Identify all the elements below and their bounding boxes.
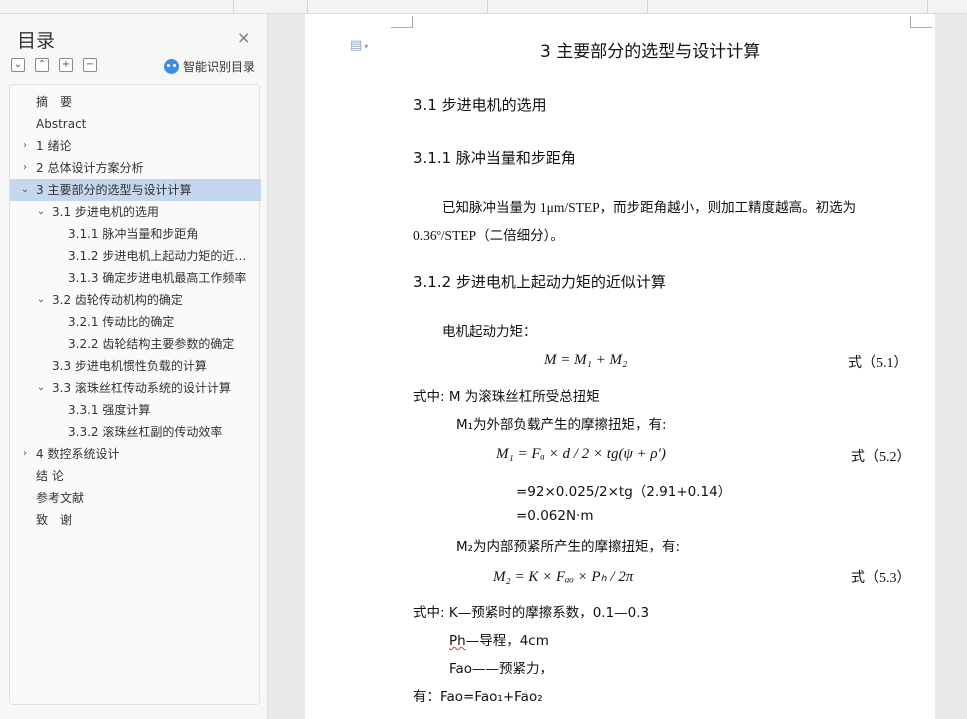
toc-item[interactable]: ⌄ 3.1 步进电机的选用 [10,201,261,223]
chevron-down-icon[interactable]: ⌄ [35,289,47,311]
toc-item-label: 3 主要部分的选型与设计计算 [36,183,192,197]
toc-item[interactable]: ⌄ 3.3 滚珠丝杠传动系统的设计计算 [10,377,261,399]
toc-item[interactable]: 摘 要 [10,91,261,113]
toc-item[interactable]: 3.3 步进电机惯性负载的计算 [10,355,261,377]
toc-item-label: 3.3 步进电机惯性负载的计算 [52,359,207,373]
toc-item[interactable]: › 1 绪论 [10,135,261,157]
toc-item[interactable]: 参考文献 [10,487,261,509]
section-heading: 3.1 步进电机的选用 [413,96,547,114]
paragraph-line: 有：Fao=Fao₁+Fao₂ [413,689,543,705]
document-area[interactable]: ▤ ▾ 3 主要部分的选型与设计计算 3.1 步进电机的选用 3.1.1 脉冲当量… [268,14,967,719]
toolbar-segment [0,0,234,14]
equation: M₂ = K × Fₐₒ × Pₕ / 2π [493,569,634,585]
toc-item-label: 3.3 滚珠丝杠传动系统的设计计算 [52,381,231,395]
subsection-heading: 3.1.1 脉冲当量和步距角 [413,149,576,167]
toc-item-label: 3.3.1 强度计算 [68,403,151,417]
toc-item[interactable]: 3.2.1 传动比的确定 [10,311,261,333]
margin-corner-mark [910,16,932,28]
toc-sidebar: 目录 × ⌄ ⌃ + − 智能识别目录 摘 要 Abstract › 1 绪论 › 2 总… [0,14,268,719]
toc-item-label: 3.1 步进电机的选用 [52,205,159,219]
chevron-right-icon[interactable]: › [19,443,31,465]
toc-item-label: 参考文献 [36,491,85,505]
toc-item-label: 3.1.2 步进电机上起动力矩的近似计算 [68,249,261,263]
toc-item-label: 3.3.2 滚珠丝杠副的传动效率 [68,425,223,439]
toc-item-label: Abstract [36,117,87,131]
paragraph-line: Fao——预紧力， [449,661,554,677]
toolbar-segment [488,0,648,14]
margin-corner-mark [391,16,413,28]
paragraph-line: 已知脉冲当量为 1μm/STEP，而步距角越小，则加工精度越高。初选为 [442,200,857,215]
close-icon[interactable]: × [237,28,250,47]
toc-item-label: 3.2 齿轮传动机构的确定 [52,293,183,307]
add-heading-icon[interactable]: + [59,58,73,72]
toc-item[interactable]: 3.3.1 强度计算 [10,399,261,421]
smart-toc-button[interactable]: 智能识别目录 [164,58,255,75]
toc-item-label: 3.2.2 齿轮结构主要参数的确定 [68,337,235,351]
chevron-right-icon[interactable]: › [19,157,31,179]
document-icon: ▤ [350,38,363,53]
toolbar-segment [234,0,308,14]
toc-item[interactable]: 结 论 [10,465,261,487]
toc-item[interactable]: 3.1.2 步进电机上起动力矩的近似计算 [10,245,261,267]
toc-item[interactable]: 3.3.2 滚珠丝杠副的传动效率 [10,421,261,443]
sidebar-title: 目录 [17,30,56,52]
collapse-all-icon[interactable]: ⌄ [11,58,25,72]
calculation-line: =0.062N·m [516,508,594,524]
toc-item[interactable]: › 2 总体设计方案分析 [10,157,261,179]
paragraph-text: —导程，4cm [465,633,549,649]
chevron-down-icon[interactable]: ⌄ [35,377,47,399]
equation-number: 式（5.3） [851,571,911,586]
toc-item[interactable]: Abstract [10,113,261,135]
toc-toolbar: ⌄ ⌃ + − [11,58,97,72]
paragraph-line: 0.36º/STEP（二倍细分）。 [413,228,564,243]
spellcheck-word[interactable]: Ph [449,633,466,649]
toc-item[interactable]: › 4 数控系统设计 [10,443,261,465]
toc-item-label: 3.1.1 脉冲当量和步距角 [68,227,199,241]
remove-heading-icon[interactable]: − [83,58,97,72]
equation: M₁ = Fₐ × d / 2 × tg(ψ + ρ′) [496,446,666,462]
toc-item[interactable]: 3.1.1 脉冲当量和步距角 [10,223,261,245]
toc-item-label: 2 总体设计方案分析 [36,161,144,175]
chevron-down-icon: ▾ [364,42,369,51]
expand-level-icon[interactable]: ⌃ [35,58,49,72]
chapter-title: 3 主要部分的选型与设计计算 [540,42,761,62]
chevron-right-icon[interactable]: › [19,135,31,157]
toc-item-label: 摘 要 [36,95,73,109]
paragraph-line: Ph—导程，4cm [449,629,549,649]
chevron-down-icon[interactable]: ⌄ [19,179,31,201]
toolbar-segment [648,0,928,14]
toc-item[interactable]: 3.1.3 确定步进电机最高工作频率 [10,267,261,289]
toc-item-label: 4 数控系统设计 [36,447,120,461]
toc-item-label: 3.1.3 确定步进电机最高工作频率 [68,271,247,285]
toc-item-label: 1 绪论 [36,139,72,153]
paragraph-line: 式中: M 为滚珠丝杠所受总扭矩 [413,389,600,405]
paragraph-line: M₁为外部负载产生的摩擦扭矩，有: [456,417,667,433]
toc-item[interactable]: 3.2.2 齿轮结构主要参数的确定 [10,333,261,355]
toc-panel: 摘 要 Abstract › 1 绪论 › 2 总体设计方案分析 ⌄ 3 主要部分的选型与设计… [9,84,261,705]
paragraph-line: 电机起动力矩： [442,324,537,340]
paragraph-menu-icon[interactable]: ▤ ▾ [350,38,368,53]
toc-item-label: 结 论 [36,469,64,483]
chevron-down-icon[interactable]: ⌄ [35,201,47,223]
document-page[interactable]: ▤ ▾ 3 主要部分的选型与设计计算 3.1 步进电机的选用 3.1.1 脉冲当量… [305,14,935,719]
paragraph-line: 式中: K—预紧时的摩擦系数，0.1—0.3 [413,605,650,621]
toolbar-segment [308,0,488,14]
toc-list: 摘 要 Abstract › 1 绪论 › 2 总体设计方案分析 ⌄ 3 主要部分的选型与设计… [10,91,261,531]
calculation-line: =92×0.025/2×tg（2.91+0.14） [516,484,732,500]
toc-item[interactable]: ⌄ 3.2 齿轮传动机构的确定 [10,289,261,311]
equation-number: 式（5.1） [848,356,908,371]
smart-toc-label: 智能识别目录 [183,60,256,74]
smart-assistant-icon [164,59,179,74]
toc-item[interactable]: 致 谢 [10,509,261,531]
paragraph-line: M₂为内部预紧所产生的摩擦扭矩，有: [456,539,681,555]
toc-item[interactable]: ⌄ 3 主要部分的选型与设计计算 [10,179,261,201]
toc-item-label: 致 谢 [36,513,73,527]
toc-item-label: 3.2.1 传动比的确定 [68,315,175,329]
equation-number: 式（5.2） [851,450,911,465]
equation: M = M₁ + M₂ [544,352,628,368]
top-toolbar-strip [0,0,967,14]
subsection-heading: 3.1.2 步进电机上起动力矩的近似计算 [413,273,666,291]
